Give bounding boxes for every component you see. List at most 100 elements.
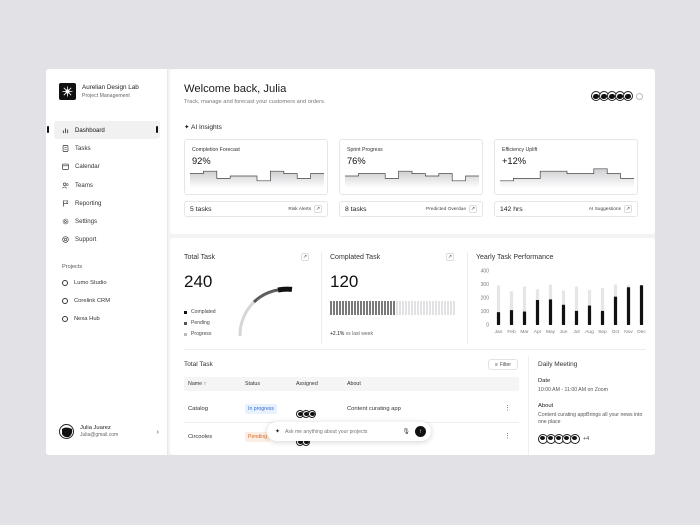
more-vertical-icon[interactable]: ⋮ [504,432,511,440]
card-title: Efficiency Uplift [502,147,538,153]
divider [467,252,468,344]
header-label: Name [188,381,203,387]
sidebar-item-tasks[interactable]: Tasks [54,139,160,157]
ai-insights-label: AI Insights [191,124,222,131]
project-icon [62,280,68,286]
project-icon [62,298,68,304]
filter-button[interactable]: ≡ Filter [488,359,518,370]
headset-icon [62,236,69,244]
bar [574,310,579,325]
arrow-up-right-icon[interactable]: ↗ [446,253,454,261]
project-icon [62,316,68,322]
bar [600,310,605,325]
card-value: 76% [347,156,366,166]
sidebar-item-label: Reporting [75,199,102,207]
arrow-up-right-icon[interactable]: ↗ [624,205,632,213]
ai-suggestions-row[interactable]: 142 hrs AI Suggestions ↗ [494,201,638,217]
project-item-corelink-crm[interactable]: Corelink CRM [62,298,162,304]
insights-panel: Welcome back, Julia Track, manage and fo… [170,69,655,234]
legend-completed: Complated [184,309,216,315]
ask-input[interactable] [285,428,398,435]
bar [639,285,644,325]
project-item-nexa-hub[interactable]: Nexa Hub [62,316,162,322]
bar-chart-icon [62,127,69,133]
sparkline-chart [500,168,634,188]
legend-swatch [184,332,187,336]
x-tick-label: Dec [637,329,646,335]
divider [184,349,646,350]
insight-card-sprint[interactable]: Sprint Progress 76% [339,139,483,195]
table-header-name[interactable]: Name ↑ [188,381,206,387]
sidebar-item-label: Tasks [75,144,91,152]
brand-name: Aurelian Design Lab [82,84,139,91]
card-value: 92% [192,156,211,166]
sidebar-nav: Dashboard Tasks Calendar Teams Reporting… [47,121,160,249]
project-label: Corelink CRM [74,298,111,304]
sparkle-icon: ✦ [184,124,190,131]
add-member-icon[interactable] [636,93,643,100]
bar [561,304,566,325]
footer-label: Risk Alerts [288,206,311,212]
sidebar-item-calendar[interactable]: Calendar [54,158,160,176]
row-name[interactable]: Circooles [188,434,212,440]
microphone-icon[interactable]: 🎙 [402,428,410,435]
sidebar-item-label: Support [75,236,97,244]
legend-label: Progress [191,331,212,337]
legend-swatch [184,321,187,325]
arrow-up-right-icon[interactable]: ↗ [314,205,322,213]
user-email: Julia@gmail.com [80,432,119,438]
table-header-assigned[interactable]: Assigned [296,381,318,387]
sparkline-chart [345,170,479,188]
sidebar-item-support[interactable]: Support [54,231,160,249]
filter-label: Filter [499,361,512,368]
arrow-up-right-icon[interactable]: ↗ [469,205,477,213]
send-button[interactable]: ↑ [415,426,426,437]
avatar [570,434,580,444]
arrow-up-icon: ↑ [419,428,422,435]
risk-alerts-row[interactable]: 5 tasks Risk Alerts ↗ [184,201,328,217]
bar [613,296,618,325]
footer-label: AI Suggestions [588,206,621,212]
sidebar-item-teams[interactable]: Teams [54,176,160,194]
more-vertical-icon[interactable]: ⋮ [504,404,511,412]
chevron-right-icon[interactable]: › [157,429,159,436]
card-title: Completion Forecast [192,147,240,153]
sidebar-item-settings[interactable]: Settings [54,212,160,230]
meeting-date-label: Date [538,378,551,384]
sidebar-item-dashboard[interactable]: Dashboard [47,121,160,140]
bar [548,299,553,325]
legend-pending: Pending [184,320,210,326]
table-title: Total Task [184,361,213,368]
sidebar-item-label: Teams [75,181,93,189]
assigned-avatars[interactable] [296,405,316,423]
row-name[interactable]: Catalog [188,406,208,412]
app-window: Aurelian Design Lab Project Management D… [46,69,655,455]
brand-logo [59,83,76,100]
sidebar-item-reporting[interactable]: Reporting [54,194,160,212]
project-item-lumo-studio[interactable]: Lumo Studio [62,280,162,286]
footer-value: 142 hrs [500,205,523,213]
x-tick-label: Aug [585,329,594,335]
legend-progress: Progress [184,331,211,337]
main-content: Welcome back, Julia Track, manage and fo… [170,69,655,455]
project-label: Nexa Hub [74,316,100,322]
table-header-about[interactable]: About [347,381,361,387]
avatar [308,410,316,418]
brand[interactable]: Aurelian Design Lab Project Management [59,83,139,100]
legend-swatch [184,310,187,314]
insight-card-efficiency[interactable]: Efficiency Uplift +12% [494,139,638,195]
bar [509,310,514,325]
legend-label: Complated [191,309,216,315]
table-header-status[interactable]: Status [245,381,260,387]
meeting-attendees[interactable]: +4 [538,434,589,444]
team-avatars[interactable] [591,91,633,101]
user-profile[interactable]: Julia Juarez Julia@gmail.com › [59,424,159,439]
completed-task-value: 120 [330,272,359,291]
predicted-overdue-row[interactable]: 8 tasks Predicted Overdue ↗ [339,201,483,217]
arrow-up-right-icon[interactable]: ↗ [301,253,309,261]
x-tick-label: Apr [534,329,542,335]
stats-panel: Total Task ↗ 240 Complated Pending Progr… [170,238,655,455]
x-tick-label: Oct [612,329,620,335]
insight-card-completion[interactable]: Completion Forecast 92% [184,139,328,195]
card-title: Sprint Progress [347,147,383,153]
